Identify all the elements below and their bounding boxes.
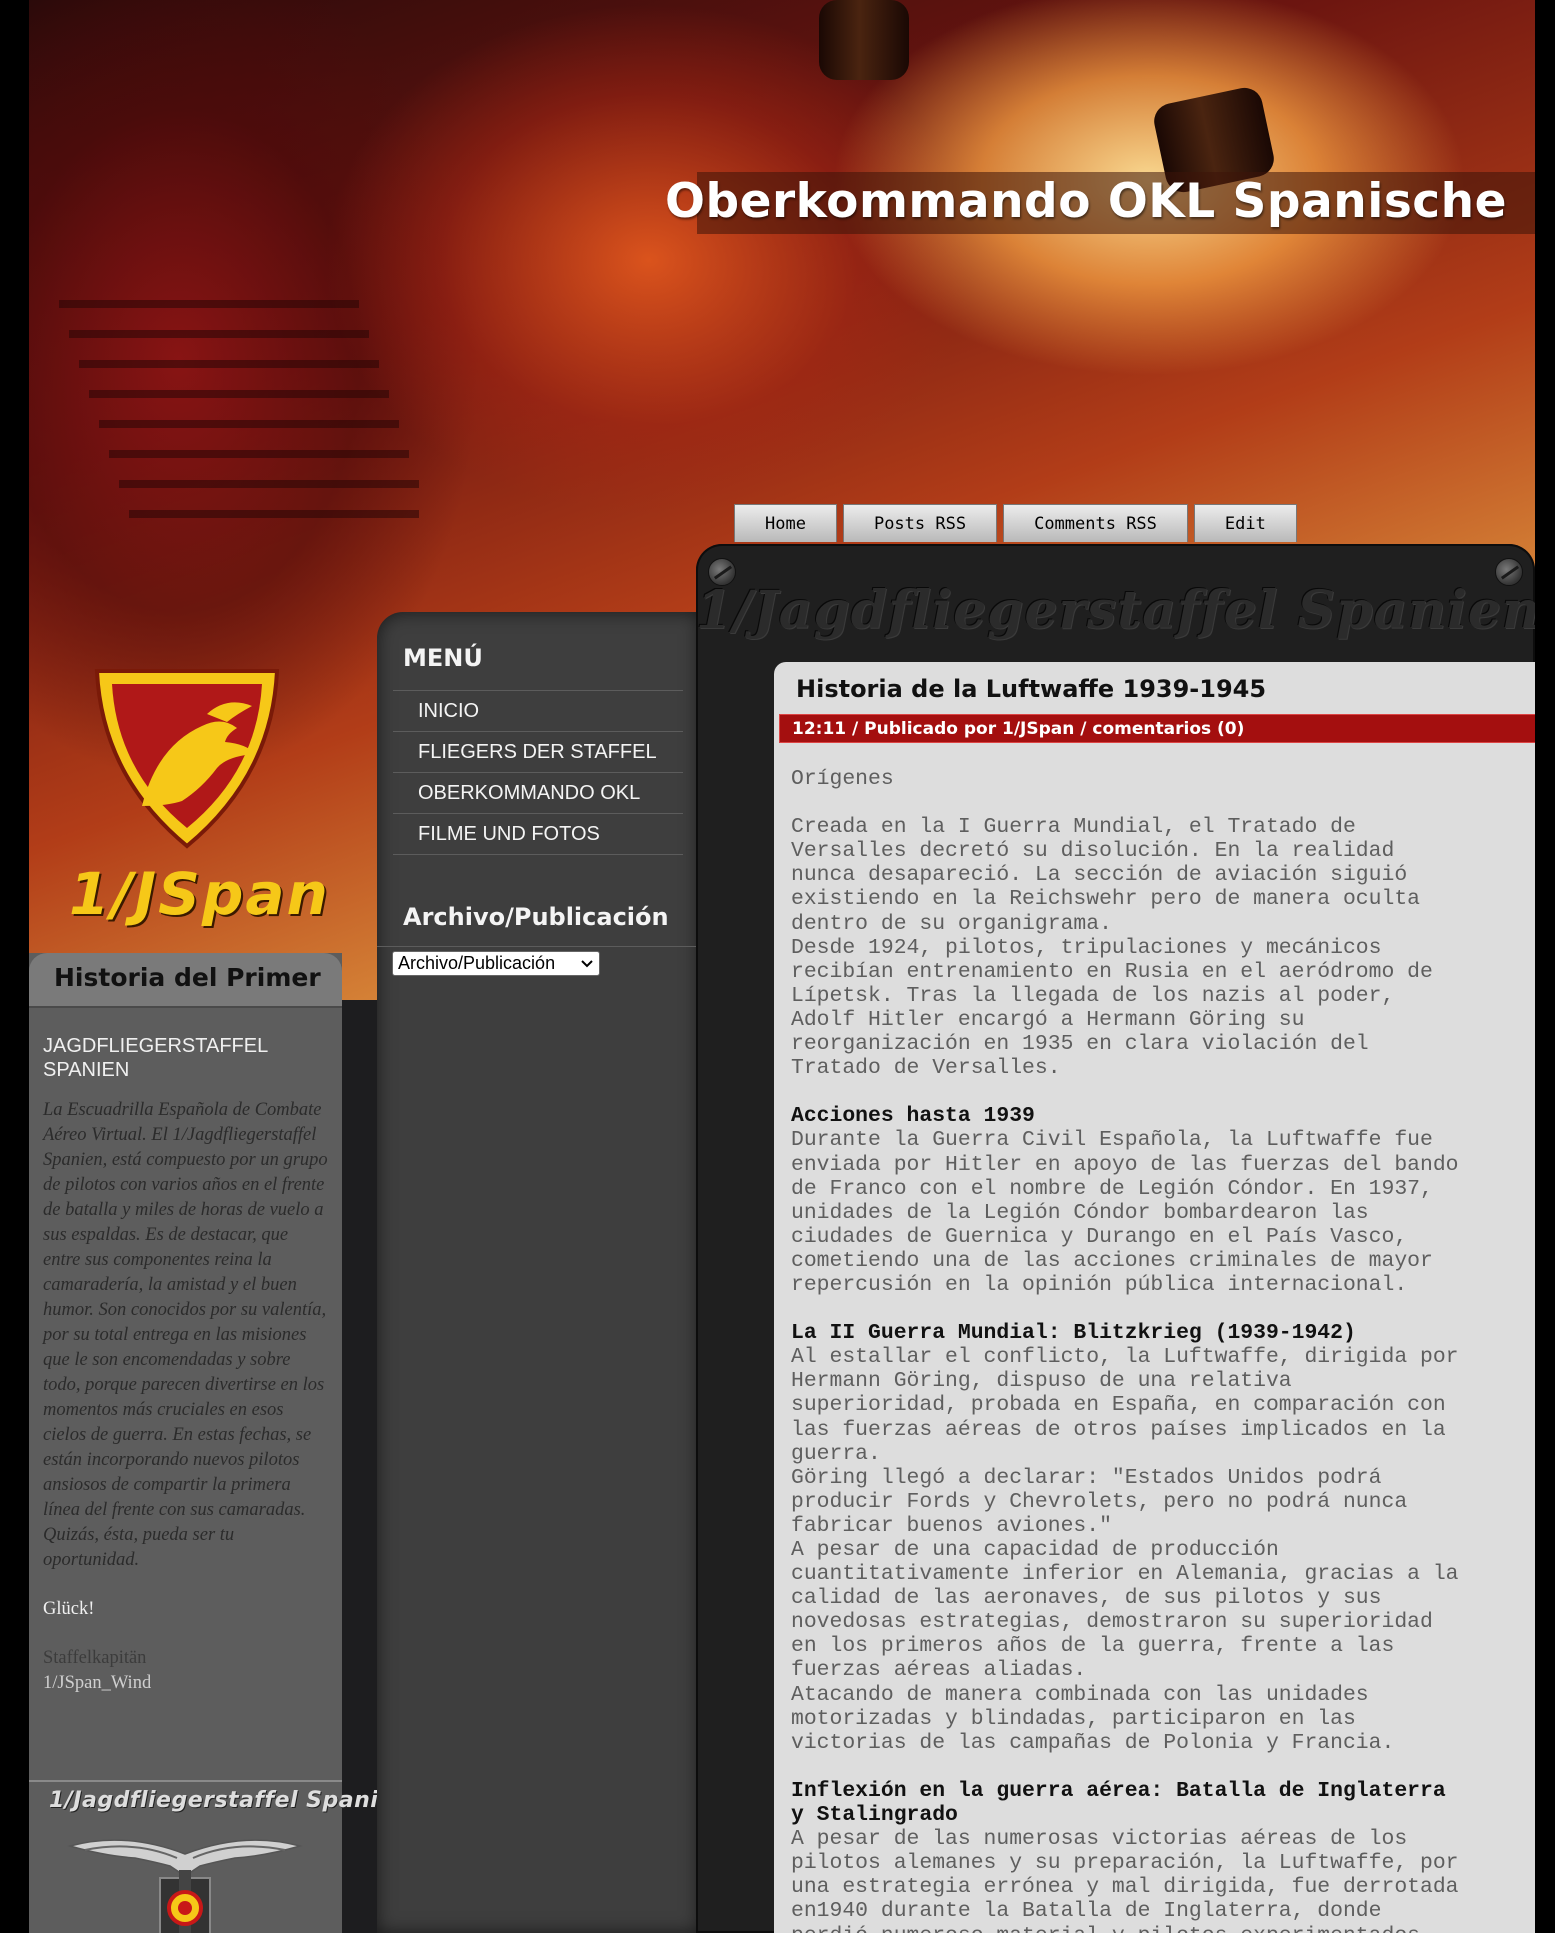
blog-post: Historia de la Luftwaffe 1939-1945 12:11… (774, 662, 1535, 1933)
intro-sidebar: Historia del Primer JAGDFLIEGERSTAFFEL S… (29, 953, 410, 1933)
archive-select-value: Archivo/Publicación (398, 953, 556, 973)
typewriter-key-bar (119, 480, 419, 488)
heading-blitzkrieg: La II Guerra Mundial: Blitzkrieg (1939-1… (791, 1321, 1356, 1346)
menu-heading: MENÚ (403, 644, 483, 672)
typewriter-key-bar (99, 420, 399, 428)
logo-text: 1/JSpan (69, 860, 330, 928)
typewriter-key-bar (129, 510, 419, 518)
post-body: Orígenes Creada en la I Guerra Mundial, e… (774, 743, 1535, 1933)
menu-item-oberkommando[interactable]: OBERKOMMANDO OKL (393, 773, 683, 814)
intro-heading: JAGDFLIEGERSTAFFEL SPANIEN (43, 1035, 268, 1081)
page-wrapper: Oberkommando OKL Spanische Home Posts RS… (29, 0, 1535, 1933)
divider (29, 1780, 342, 1782)
intro-text: La Escuadrilla Española de Combate Aéreo… (43, 1100, 328, 1570)
intro-gluck: Glück! (43, 1599, 95, 1619)
archive-heading: Archivo/Publicación (377, 903, 699, 947)
typewriter-key-bar (59, 300, 359, 308)
chevron-down-icon (581, 959, 593, 967)
tab-edit[interactable]: Edit (1193, 504, 1297, 542)
squadron-logo: 1/JSpan (29, 560, 379, 1000)
post-meta-bar[interactable]: 12:11 / Publicado por 1/JSpan / comentar… (779, 714, 1535, 743)
paragraph-origenes: Creada en la I Guerra Mundial, el Tratad… (791, 815, 1433, 1081)
captain-title: Staffelkapitän (43, 1648, 147, 1668)
menu-list: INICIO FLIEGERS DER STAFFEL OBERKOMMANDO… (393, 690, 683, 855)
panel-title: 1/Jagdfliegerstaffel Spanien (696, 580, 1535, 641)
typewriter-key-bar (89, 390, 389, 398)
intro-body: JAGDFLIEGERSTAFFEL SPANIEN La Escuadrill… (29, 1008, 342, 1696)
menu-item-filme[interactable]: FILME UND FOTOS (393, 814, 683, 855)
captain-name: 1/JSpan_Wind (43, 1673, 152, 1693)
eagle-emblem-icon (67, 1839, 303, 1933)
tab-posts-rss[interactable]: Posts RSS (842, 504, 998, 542)
eagle-shield-icon (94, 669, 280, 849)
tab-comments-rss[interactable]: Comments RSS (1003, 504, 1188, 542)
menu-sidebar: MENÚ INICIO FLIEGERS DER STAFFEL OBERKOM… (377, 612, 699, 1933)
typewriter-key-bar (69, 330, 369, 338)
heading-acciones: Acciones hasta 1939 (791, 1104, 1035, 1129)
post-title[interactable]: Historia de la Luftwaffe 1939-1945 (774, 662, 1535, 710)
staffel-badge: 1/Jagdfliegerstaffel Spanien (29, 1776, 410, 1933)
top-nav-tabs: Home Posts RSS Comments RSS Edit (734, 504, 1297, 542)
intro-title: Historia del Primer (29, 953, 342, 1008)
section-origenes: Orígenes (791, 767, 894, 791)
menu-item-inicio[interactable]: INICIO (393, 691, 683, 732)
menu-item-fliegers[interactable]: FLIEGERS DER STAFFEL (393, 732, 683, 773)
paragraph-blitzkrieg: Al estallar el conflicto, la Luftwaffe, … (791, 1345, 1459, 1755)
paragraph-acciones: Durante la Guerra Civil Española, la Luf… (791, 1128, 1459, 1297)
typewriter-roller-left (819, 0, 909, 80)
typewriter-key-bar (109, 450, 409, 458)
typewriter-key-bar (79, 360, 379, 368)
paragraph-inflexion: A pesar de las numerosas victorias aérea… (791, 1827, 1459, 1933)
archive-select[interactable]: Archivo/Publicación (392, 951, 600, 976)
site-title[interactable]: Oberkommando OKL Spanische (665, 174, 1507, 229)
badge-text: 1/Jagdfliegerstaffel Spanien (49, 1788, 410, 1813)
heading-inflexion: Inflexión en la guerra aérea: Batalla de… (791, 1778, 1446, 1828)
tab-home[interactable]: Home (734, 504, 837, 542)
